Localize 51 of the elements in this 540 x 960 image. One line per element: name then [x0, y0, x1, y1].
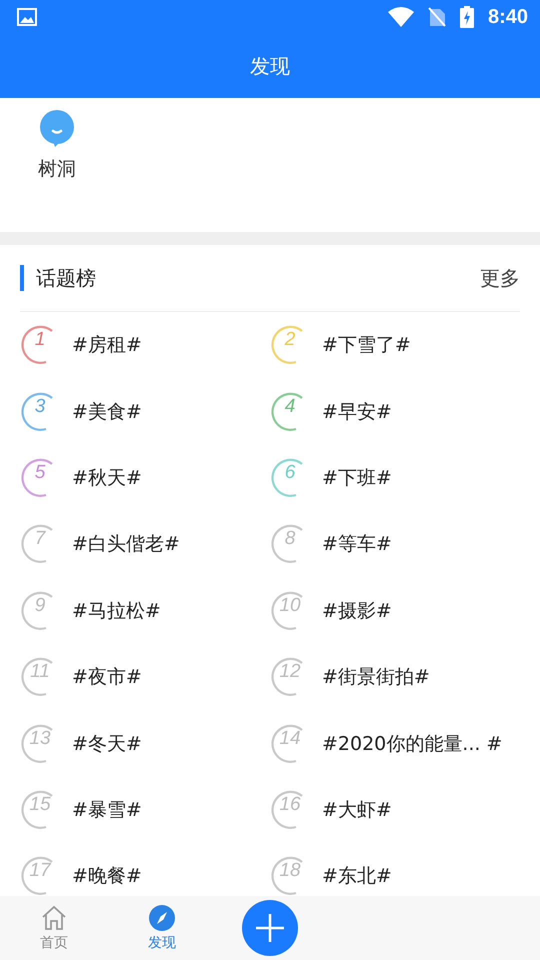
- chat-bubble-icon[interactable]: [39, 110, 75, 148]
- no-sim-icon: [428, 7, 446, 27]
- topic-label[interactable]: #等车#: [322, 531, 392, 558]
- section-title: 话题榜: [36, 264, 96, 292]
- rank-badge: 4: [270, 392, 310, 432]
- rank-badge: 17: [20, 856, 60, 896]
- topic-label[interactable]: #大虾#: [322, 796, 392, 823]
- topic-label[interactable]: #秋天#: [72, 464, 142, 491]
- rank-badge: 15: [20, 790, 60, 830]
- shortcut-label[interactable]: 树洞: [38, 156, 76, 182]
- rank-badge: 13: [20, 724, 60, 764]
- topic-label[interactable]: #街景街拍#: [322, 664, 430, 690]
- rank-badge: 2: [270, 325, 310, 366]
- topic-label[interactable]: #马拉松#: [72, 598, 161, 624]
- rank-badge: 18: [270, 856, 310, 896]
- rank-badge: 9: [20, 590, 60, 631]
- rank-badge: 10: [270, 590, 310, 631]
- rank-badge: 12: [270, 657, 310, 698]
- image-icon: [17, 8, 37, 26]
- nav-tab[interactable]: 发现: [148, 934, 176, 952]
- topic-label[interactable]: #暴雪#: [72, 796, 142, 823]
- rank-badge: 14: [270, 724, 310, 764]
- topic-label[interactable]: #冬天#: [72, 730, 142, 757]
- accent-bar: [20, 265, 24, 291]
- topic-label[interactable]: #下雪了#: [322, 332, 411, 358]
- topic-label[interactable]: #东北#: [322, 863, 392, 890]
- topic-label[interactable]: #房租#: [72, 332, 142, 358]
- compass-icon: [148, 904, 176, 932]
- topic-label[interactable]: #晚餐#: [72, 863, 142, 890]
- topic-label[interactable]: #美食#: [72, 398, 142, 425]
- wifi-icon: [388, 7, 414, 27]
- topic-label[interactable]: #早安#: [322, 398, 392, 425]
- battery-charging-icon: [460, 6, 474, 28]
- rank-badge: 8: [270, 524, 310, 564]
- topic-label[interactable]: #摄影#: [322, 598, 392, 624]
- status-time: 8:40: [488, 6, 528, 28]
- rank-badge: 5: [20, 458, 60, 498]
- rank-badge: 6: [270, 458, 310, 498]
- page-title: 发现: [250, 52, 290, 80]
- rank-badge: 1: [20, 325, 60, 366]
- rank-badge: 3: [20, 392, 60, 432]
- topic-label[interactable]: #下班#: [322, 464, 392, 491]
- topic-label[interactable]: #夜市#: [72, 664, 142, 690]
- topic-label[interactable]: #白头偕老#: [72, 531, 180, 558]
- topic-label[interactable]: #2020你的能量... #: [322, 730, 502, 757]
- rank-badge: 16: [270, 790, 310, 830]
- rank-badge: 7: [20, 524, 60, 564]
- home-icon: [40, 904, 68, 932]
- rank-badge: 11: [20, 657, 60, 698]
- more-link[interactable]: 更多: [480, 264, 520, 292]
- plus-icon: [255, 913, 285, 943]
